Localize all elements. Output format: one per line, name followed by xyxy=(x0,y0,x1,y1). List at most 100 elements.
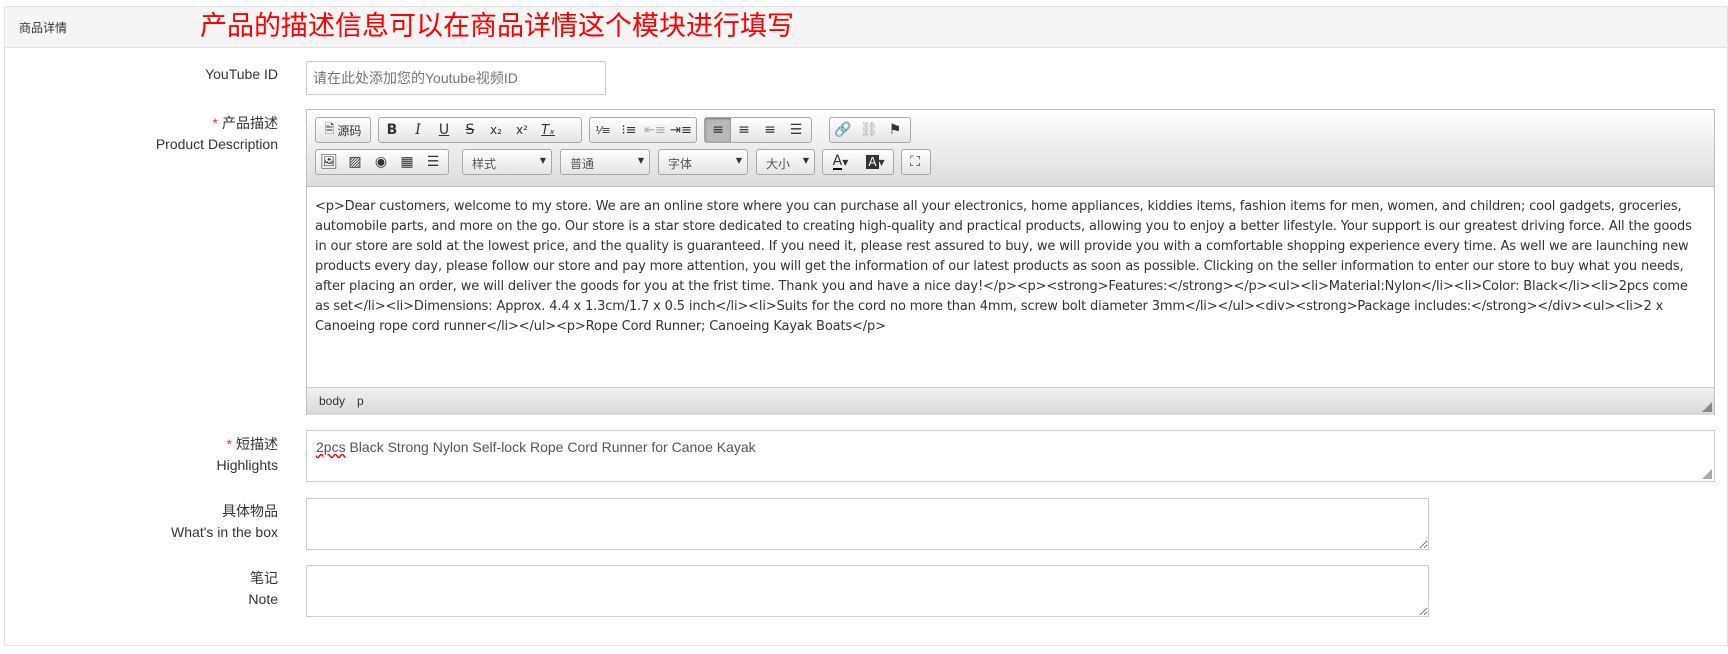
whats-in-the-box-textarea[interactable] xyxy=(306,498,1429,550)
note-label: 笔记 Note xyxy=(248,568,278,610)
styles-dropdown[interactable]: 样式 ▼ xyxy=(462,149,552,175)
highlights-value-prefix: 2pcs xyxy=(316,439,346,455)
whats-in-the-box-label-en: What's in the box xyxy=(171,524,278,540)
background-color-button[interactable]: A ▼ xyxy=(858,150,893,174)
unlink-icon: ⛓ xyxy=(860,122,878,138)
dropdown-arrow-icon: ▼ xyxy=(637,156,644,165)
text-color-button[interactable]: A ▼ xyxy=(823,150,858,174)
link-button[interactable]: 🔗 xyxy=(830,118,856,142)
list-indent-group: ⅟≡ ⁝≡ ⇤≡ ⇥≡ xyxy=(589,117,697,143)
youtube-id-label-text: YouTube ID xyxy=(205,66,278,82)
image-icon: 🖼 xyxy=(320,154,338,170)
align-right-button[interactable]: ≡ xyxy=(757,118,783,142)
bold-button[interactable]: B xyxy=(379,118,405,142)
editor-content[interactable]: <p>Dear customers, welcome to my store. … xyxy=(307,187,1714,387)
youtube-id-input[interactable] xyxy=(306,61,606,95)
path-p[interactable]: p xyxy=(357,394,364,408)
link-group: 🔗 ⛓ ⚑ xyxy=(829,117,911,143)
superscript-icon: x² xyxy=(516,123,528,137)
indent-button[interactable]: ⇥≡ xyxy=(668,118,694,142)
link-icon: 🔗 xyxy=(834,122,852,138)
italic-button[interactable]: I xyxy=(405,118,431,142)
anchor-button[interactable]: ⚑ xyxy=(882,118,908,142)
bulleted-list-icon: ⁝≡ xyxy=(621,122,637,138)
maximize-button[interactable]: ⛶ xyxy=(902,150,928,174)
annotation-text: 产品的描述信息可以在商品详情这个模块进行填写 xyxy=(200,11,794,42)
outdent-icon: ⇤≡ xyxy=(644,122,666,138)
unlink-button[interactable]: ⛓ xyxy=(856,118,882,142)
note-label-en: Note xyxy=(248,591,278,607)
highlights-textarea[interactable]: 2pcs Black Strong Nylon Self-lock Rope C… xyxy=(306,430,1715,482)
basic-styles-group: B I U S x₂ x² Tₓ xyxy=(378,117,582,143)
dropdown-arrow-icon: ▼ xyxy=(735,156,742,165)
indent-icon: ⇥≡ xyxy=(670,122,692,138)
whats-in-the-box-label-cn: 具体物品 xyxy=(222,503,278,519)
bulleted-list-button[interactable]: ⁝≡ xyxy=(616,118,642,142)
underline-icon: U xyxy=(438,122,450,138)
size-dropdown-label: 大小 xyxy=(766,157,791,171)
align-center-button[interactable]: ≡ xyxy=(731,118,757,142)
remove-format-button[interactable]: Tₓ xyxy=(535,118,561,142)
dropdown-arrow-icon: ▼ xyxy=(539,156,546,165)
horizontal-rule-button[interactable]: ☰ xyxy=(420,150,446,174)
source-button[interactable]: 🗎 源码 xyxy=(316,118,370,142)
panel-title: 商品详情 xyxy=(19,21,68,35)
font-dropdown[interactable]: 字体 ▼ xyxy=(658,149,748,175)
maximize-icon: ⛶ xyxy=(910,154,920,170)
color-group: A ▼ A ▼ xyxy=(822,149,894,175)
table-button[interactable]: ▦ xyxy=(394,150,420,174)
insert-group: 🖼 ▨ ◉ ▦ ☰ xyxy=(315,149,449,175)
numbered-list-button[interactable]: ⅟≡ xyxy=(590,118,616,142)
background-color-icon: A xyxy=(866,155,879,169)
strikethrough-icon: S xyxy=(465,122,475,138)
align-justify-icon: ☰ xyxy=(789,122,803,138)
source-icon: 🗎 xyxy=(324,121,335,136)
format-dropdown-label: 普通 xyxy=(570,157,595,171)
note-label-cn: 笔记 xyxy=(250,570,278,586)
flash-icon: ◉ xyxy=(374,154,388,170)
source-label: 源码 xyxy=(337,123,362,138)
font-dropdown-label: 字体 xyxy=(668,157,693,171)
subscript-icon: x₂ xyxy=(490,123,502,137)
required-mark: * xyxy=(212,115,218,131)
image-upload-button[interactable]: ▨ xyxy=(342,150,368,174)
alignment-group: ≡ ≡ ≡ ☰ xyxy=(704,117,812,143)
photo-icon: ▨ xyxy=(348,154,362,170)
table-icon: ▦ xyxy=(400,154,414,170)
resize-grip-icon[interactable] xyxy=(1702,469,1712,479)
align-left-button[interactable]: ≡ xyxy=(705,118,731,142)
highlights-label: * 短描述 Highlights xyxy=(217,434,278,476)
highlights-label-en: Highlights xyxy=(216,457,278,473)
align-justify-button[interactable]: ☰ xyxy=(783,118,809,142)
note-textarea[interactable] xyxy=(306,565,1429,617)
flash-button[interactable]: ◉ xyxy=(368,150,394,174)
youtube-id-label: YouTube ID xyxy=(205,64,278,85)
align-left-icon: ≡ xyxy=(712,122,724,138)
subscript-button[interactable]: x₂ xyxy=(483,118,509,142)
required-mark: * xyxy=(226,436,232,452)
flag-icon: ⚑ xyxy=(888,122,902,138)
image-button[interactable]: 🖼 xyxy=(316,150,342,174)
horizontal-rule-icon: ☰ xyxy=(426,154,440,170)
path-body[interactable]: body xyxy=(319,394,345,408)
format-dropdown[interactable]: 普通 ▼ xyxy=(560,149,650,175)
align-center-icon: ≡ xyxy=(738,122,750,138)
dropdown-arrow-icon: ▼ xyxy=(802,156,809,165)
bold-icon: B xyxy=(386,122,398,138)
remove-format-icon: Tₓ xyxy=(541,122,555,138)
source-group: 🗎 源码 xyxy=(315,117,371,143)
underline-button[interactable]: U xyxy=(431,118,457,142)
numbered-list-icon: ⅟≡ xyxy=(595,123,611,137)
highlights-value-rest: Black Strong Nylon Self-lock Rope Cord R… xyxy=(345,439,756,455)
product-description-label-cn: 产品描述 xyxy=(222,115,278,131)
rich-text-editor: 🗎 源码 B I U S x₂ x² Tₓ ⅟≡ ⁝≡ ⇤≡ ⇥≡ ≡ ≡ ≡ ☰… xyxy=(306,109,1715,415)
superscript-button[interactable]: x² xyxy=(509,118,535,142)
outdent-button[interactable]: ⇤≡ xyxy=(642,118,668,142)
strikethrough-button[interactable]: S xyxy=(457,118,483,142)
italic-icon: I xyxy=(415,122,421,138)
size-dropdown[interactable]: 大小 ▼ xyxy=(756,149,815,175)
editor-toolbar: 🗎 源码 B I U S x₂ x² Tₓ ⅟≡ ⁝≡ ⇤≡ ⇥≡ ≡ ≡ ≡ ☰… xyxy=(307,110,1714,187)
resize-grip-icon[interactable] xyxy=(1702,402,1712,412)
highlights-label-cn: 短描述 xyxy=(236,436,278,452)
text-color-icon: A xyxy=(832,153,843,170)
